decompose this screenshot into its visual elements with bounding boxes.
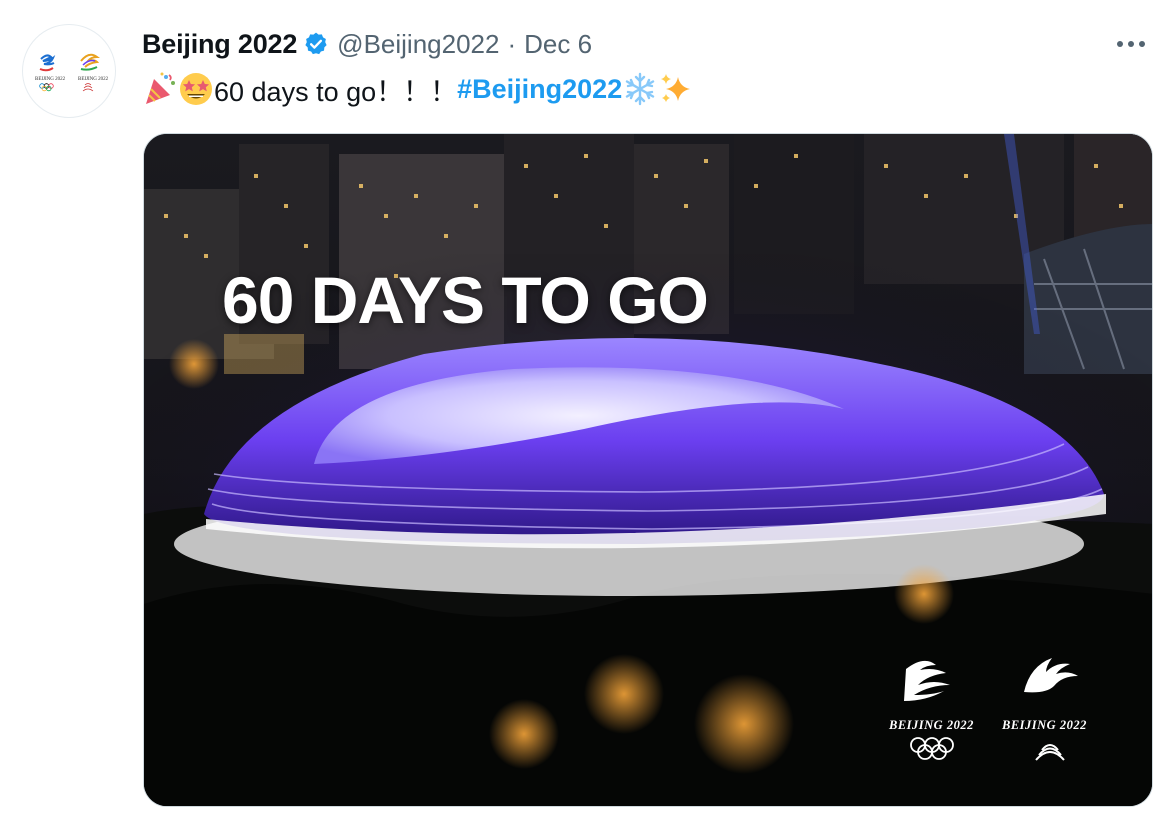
paralympic-logo-caption: BEIJING 2022 <box>1002 718 1087 732</box>
snowflake-icon <box>622 71 658 107</box>
tweet-text-body: 60 days to go！！！ <box>214 76 458 107</box>
svg-text:BEIJING 2022: BEIJING 2022 <box>35 77 66 82</box>
more-options-icon[interactable] <box>1117 34 1151 54</box>
olympic-logo-caption: BEIJING 2022 <box>889 718 974 732</box>
sparkles-icon <box>658 71 694 107</box>
party-popper-icon <box>142 71 178 107</box>
svg-text:BEIJING 2022: BEIJING 2022 <box>78 77 109 82</box>
tweet-date[interactable]: Dec 6 <box>524 29 592 60</box>
profile-avatar[interactable]: BEIJING 2022 BEIJING 2022 <box>22 24 116 118</box>
beijing-2022-logo-icon: BEIJING 2022 BEIJING 2022 <box>35 53 109 92</box>
tweet-card[interactable]: BEIJING 2022 BEIJING 2022 Beijing 2022 @… <box>0 0 1174 822</box>
author-handle[interactable]: @Beijing2022 <box>337 29 499 60</box>
header-separator: · <box>507 28 517 59</box>
tweet-media-image[interactable]: 60 DAYS TO GO BEIJING 2022 BEIJING 2022 <box>143 133 1153 807</box>
author-name[interactable]: Beijing 2022 <box>142 29 297 60</box>
star-struck-icon <box>178 71 214 107</box>
tweet-header: Beijing 2022 @Beijing2022 · Dec 6 <box>142 26 592 62</box>
verified-badge-icon <box>303 31 329 57</box>
tweet-text: 60 days to go！！！ #Beijing2022 <box>142 70 694 108</box>
media-overlay-title: 60 DAYS TO GO <box>222 263 709 337</box>
hashtag-link[interactable]: #Beijing2022 <box>457 74 622 105</box>
stadium-night-scene <box>144 134 1152 806</box>
